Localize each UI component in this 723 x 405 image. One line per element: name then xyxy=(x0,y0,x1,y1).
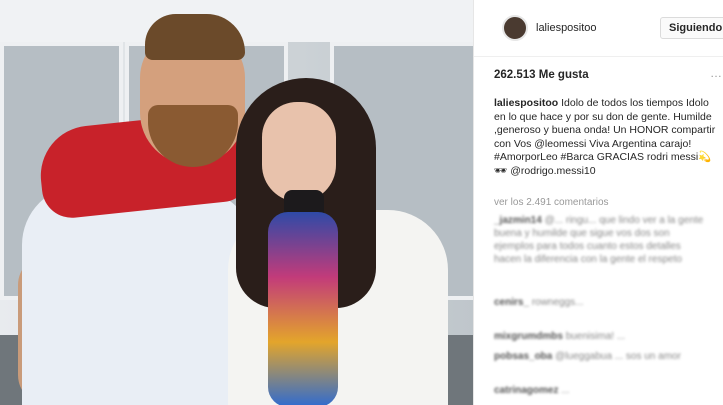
instagram-post-view: laliespositoo Siguiendo 262.513 Me gusta… xyxy=(0,0,723,405)
comment-text: rowneggs... xyxy=(531,297,584,308)
person-colorful-scarf xyxy=(268,212,338,405)
likes-count[interactable]: 262.513 Me gusta xyxy=(494,69,589,81)
caption-username[interactable]: laliespositoo xyxy=(494,97,558,109)
comment-item: mixgrumdmbs buenisima! ... xyxy=(494,330,709,343)
comment-item: _jazmin14 @... ringu... que lindo ver a … xyxy=(494,214,709,266)
post-side-panel: laliespositoo Siguiendo 262.513 Me gusta… xyxy=(473,0,723,405)
comment-item: catrinagomez ... xyxy=(494,384,709,397)
likes-text: 262.513 Me gusta xyxy=(494,69,589,81)
comment-username[interactable]: pobsas_oba xyxy=(494,351,552,362)
post-caption: laliespositoo Idolo de todos los tiempos… xyxy=(494,97,720,179)
more-options-icon[interactable]: … xyxy=(710,66,722,80)
comment-username[interactable]: _jazmin14 xyxy=(494,215,542,226)
post-header: laliespositoo Siguiendo xyxy=(474,0,723,57)
view-all-comments-link[interactable]: ver los 2.491 comentarios xyxy=(494,197,609,208)
comment-username[interactable]: catrinagomez xyxy=(494,385,558,396)
avatar[interactable] xyxy=(502,15,528,41)
comment-username[interactable]: mixgrumdmbs xyxy=(494,331,563,342)
comment-text: buenisima! ... xyxy=(565,331,626,342)
comment-item: cenirs_ rowneggs... xyxy=(494,296,709,309)
post-photo[interactable] xyxy=(0,0,473,405)
comment-username[interactable]: cenirs_ xyxy=(494,297,529,308)
person-face-right xyxy=(262,102,336,202)
comment-item: pobsas_oba @lueggabua ... sos un amor xyxy=(494,350,709,363)
person-white-shirt xyxy=(22,185,262,405)
comment-text: @lueggabua ... sos un amor xyxy=(555,351,681,362)
header-username[interactable]: laliespositoo xyxy=(536,22,597,34)
comment-text: ... xyxy=(561,385,570,396)
following-button[interactable]: Siguiendo xyxy=(660,17,723,39)
